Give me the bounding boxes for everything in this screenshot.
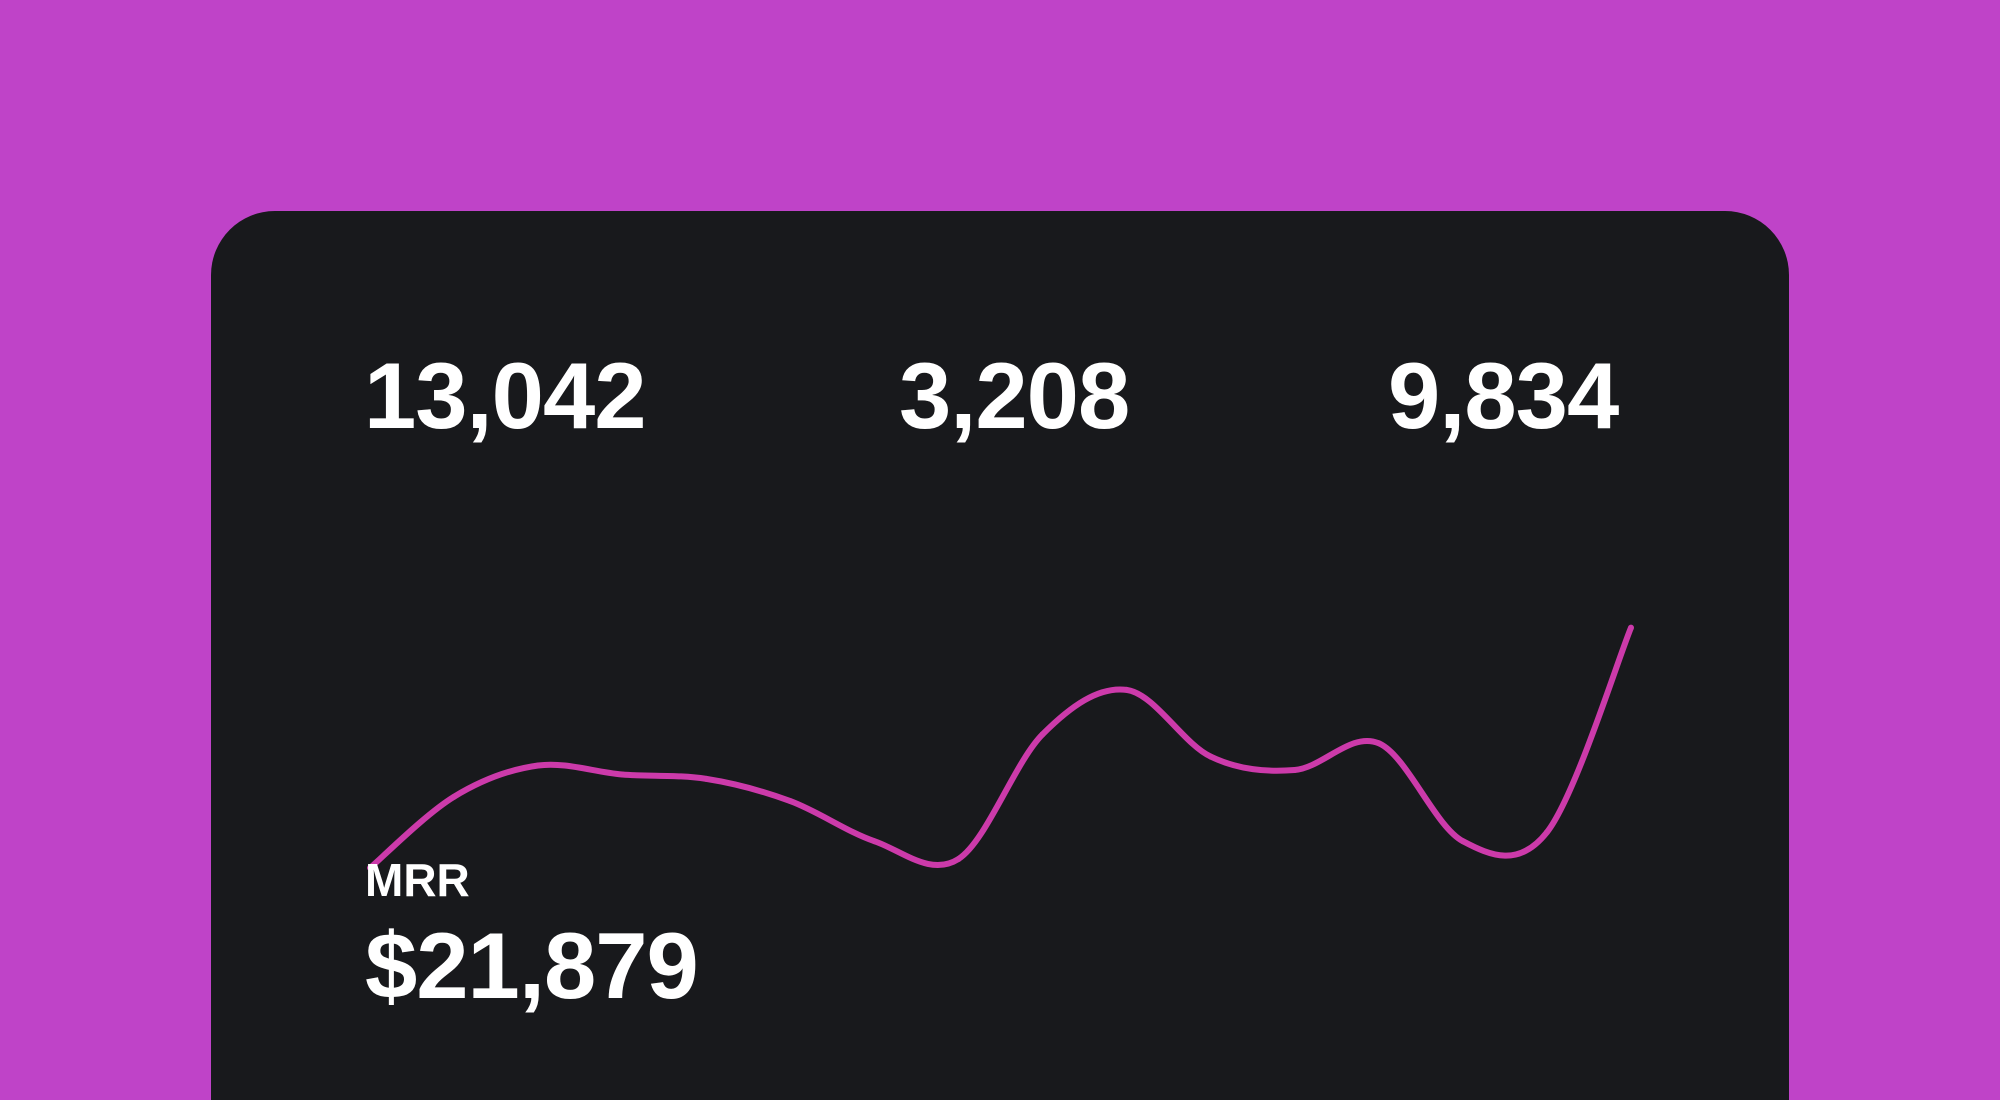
mrr-label: MRR bbox=[365, 854, 470, 906]
sparkline-point-14 bbox=[1459, 838, 1466, 845]
sparkline-point-6 bbox=[787, 798, 794, 805]
sparkline-point-10 bbox=[1123, 686, 1130, 693]
sparkline-point-8 bbox=[955, 856, 962, 862]
sparkline-point-3 bbox=[535, 762, 542, 769]
sparkline-points bbox=[367, 624, 1634, 871]
sparkline-point-11 bbox=[1207, 753, 1214, 760]
sparkline-point-7 bbox=[871, 838, 878, 845]
sparkline-point-4 bbox=[619, 771, 626, 778]
mrr-value: $21,879 bbox=[365, 913, 699, 1018]
sparkline-point-13 bbox=[1375, 740, 1382, 747]
sparkline-point-16 bbox=[1628, 624, 1634, 631]
sparkline-point-12 bbox=[1291, 767, 1298, 773]
sparkline-point-5 bbox=[703, 775, 710, 782]
stats-card: 13,042 3,208 9,834 MRR $21,879 bbox=[211, 211, 1789, 1100]
sparkline-series-line bbox=[368, 626, 1634, 871]
sparkline-point-2 bbox=[451, 793, 458, 800]
sparkline-point-15 bbox=[1543, 829, 1550, 836]
sparkline-point-9 bbox=[1039, 731, 1046, 738]
